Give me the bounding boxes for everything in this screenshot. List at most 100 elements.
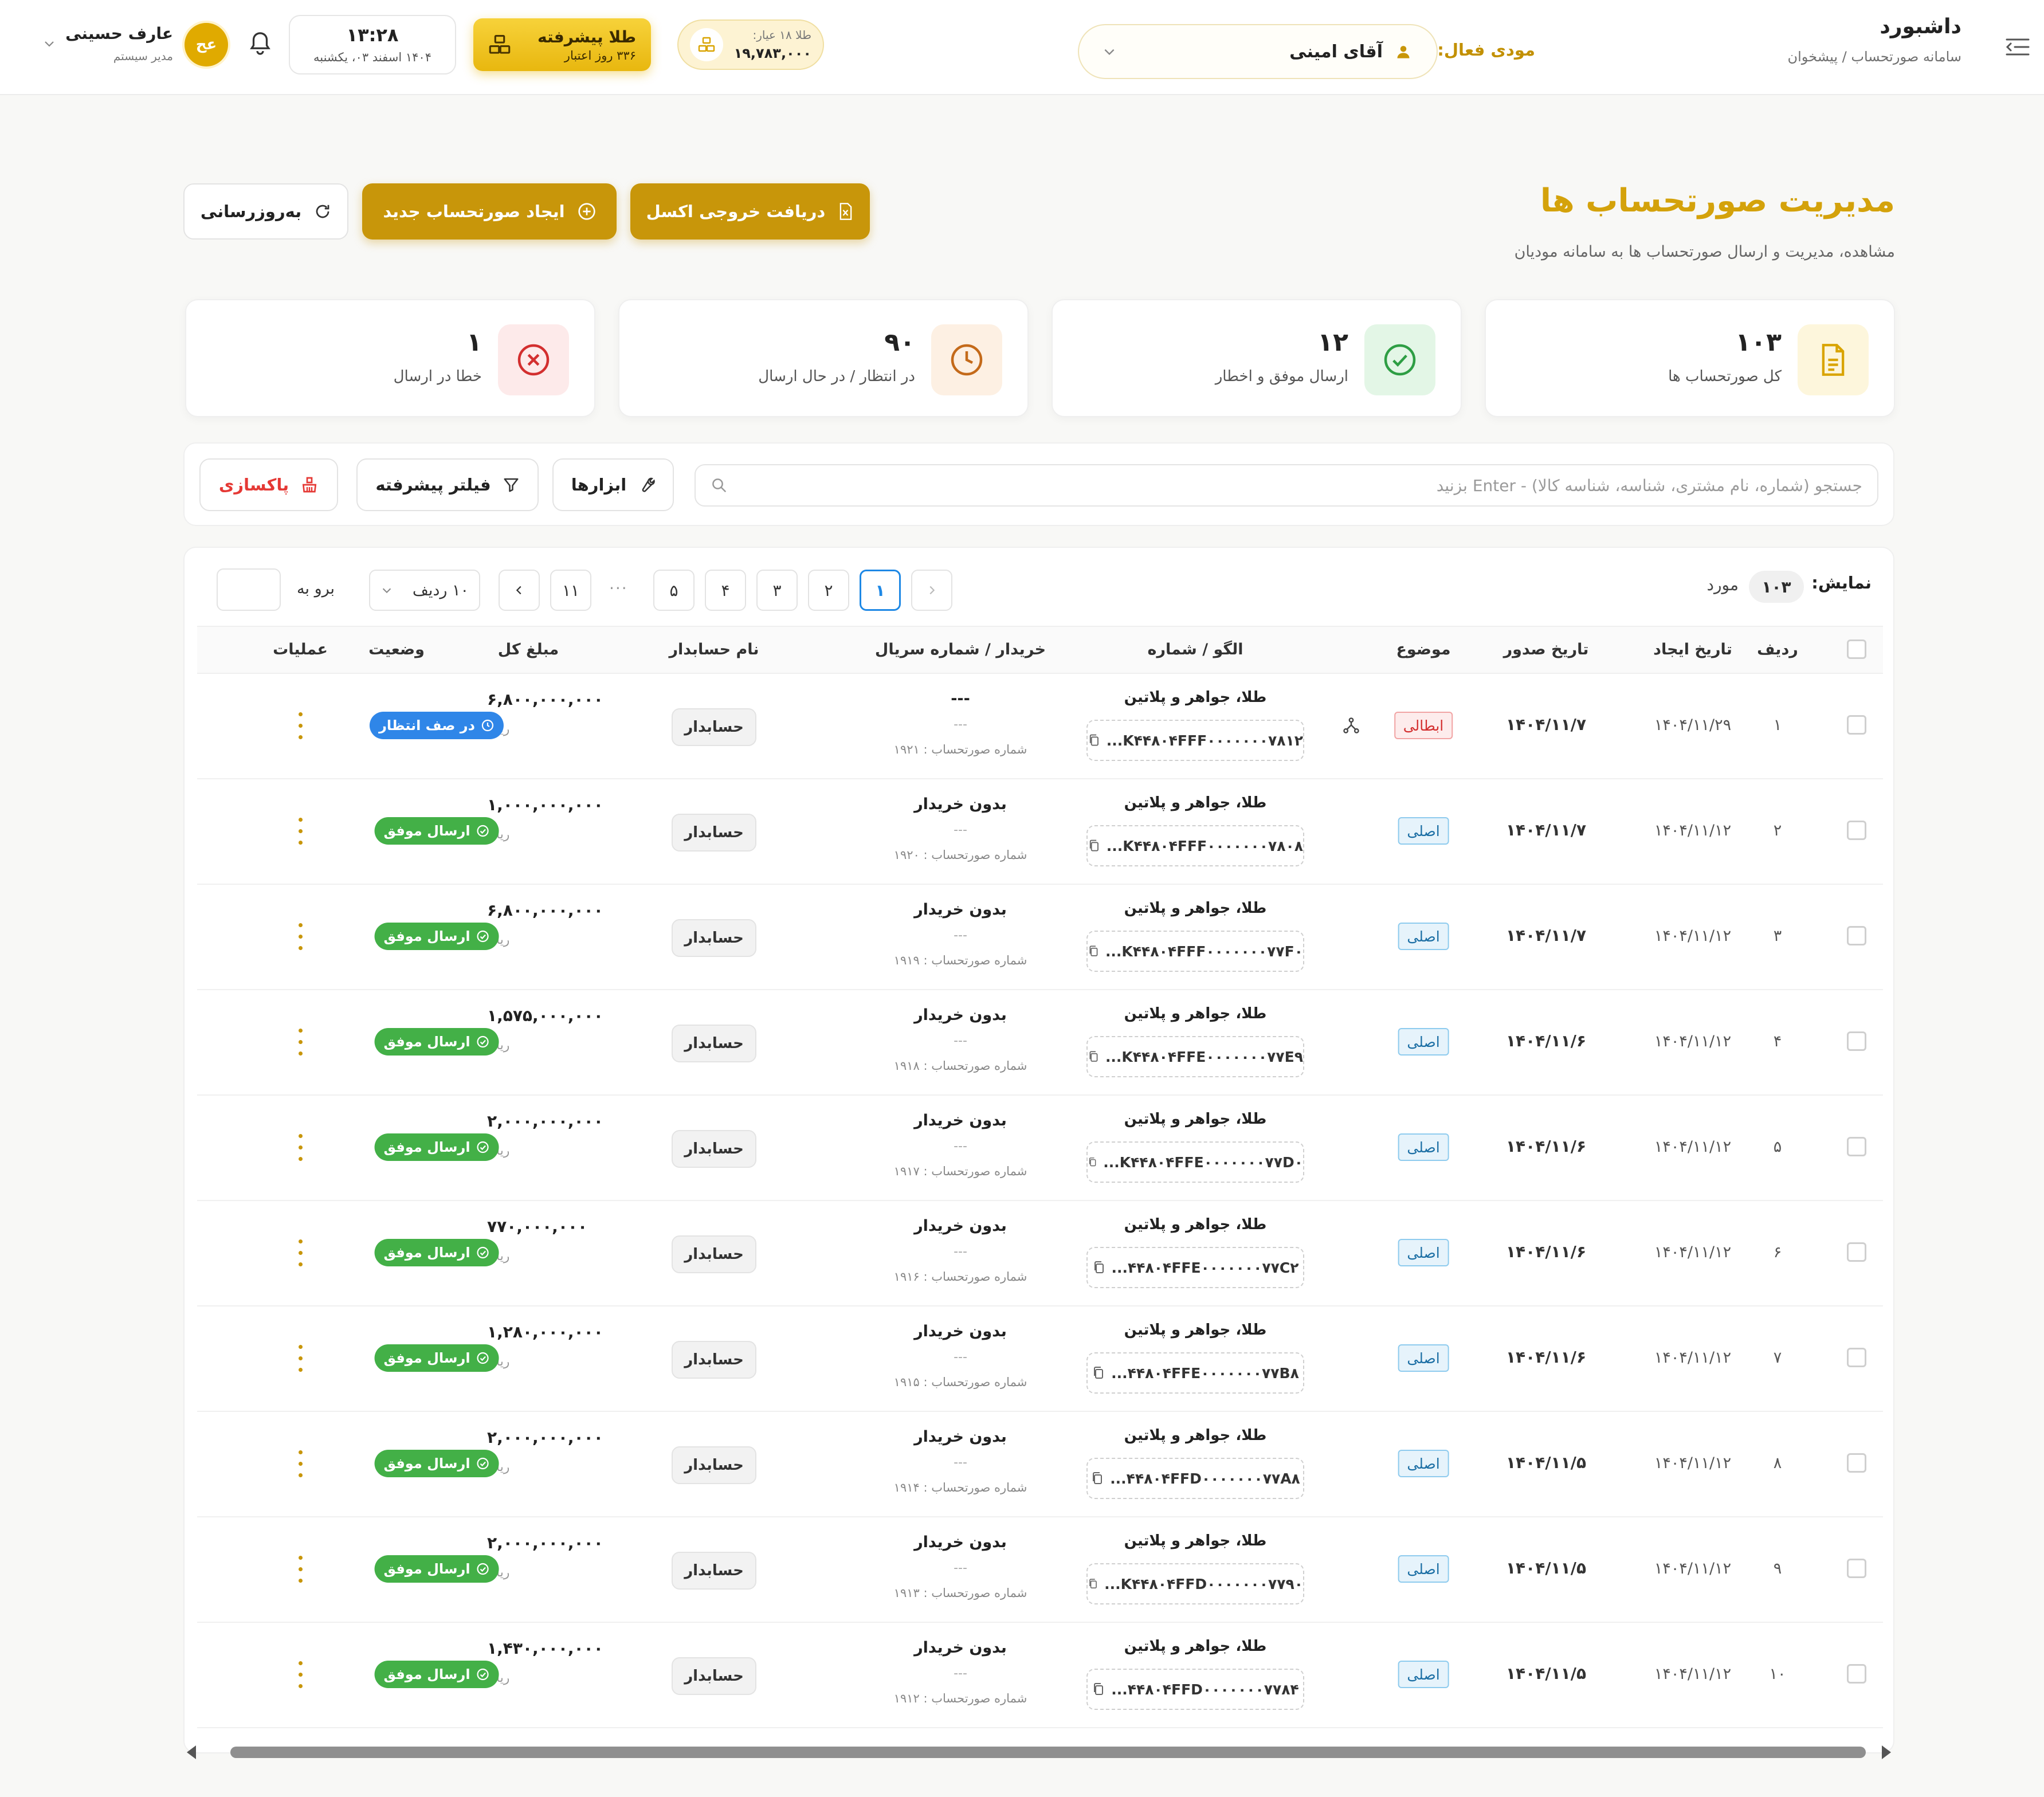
taxpayer-select[interactable]: آقای امینی: [1078, 24, 1438, 79]
row-actions-menu-icon[interactable]: [295, 1552, 306, 1586]
copy-icon[interactable]: [1092, 1366, 1105, 1380]
row-checkbox[interactable]: [1847, 1137, 1866, 1156]
notification-bell-icon[interactable]: [245, 26, 275, 61]
table-row[interactable]: ۶ ۱۴۰۴/۱۱/۱۲ ۱۴۰۴/۱۱/۶ اصلی طلا، جواهر و پلا…: [197, 1201, 1883, 1306]
row-checkbox[interactable]: [1847, 1348, 1866, 1367]
status-badge: ارسال موفق: [374, 923, 499, 950]
reference-link-icon[interactable]: [1342, 716, 1360, 737]
buyer-serial: ---: [954, 823, 967, 837]
tools-button[interactable]: ابزارها: [552, 458, 674, 511]
advanced-filter-button[interactable]: فیلتر پیشرفته: [356, 458, 539, 511]
copy-icon[interactable]: [1092, 1260, 1106, 1275]
col-buyer[interactable]: خریدار / شماره سریال: [875, 641, 1046, 658]
stat-label: کل صورتحساب ها: [1668, 368, 1782, 385]
serial-number-chip[interactable]: ...K۴۴۸۰۴FFE۰۰۰۰۰۰۰۷۷D۰: [1086, 1141, 1304, 1183]
copy-icon[interactable]: [1092, 1682, 1105, 1697]
table-row[interactable]: ۸ ۱۴۰۴/۱۱/۱۲ ۱۴۰۴/۱۱/۵ اصلی طلا، جواهر و پلا…: [197, 1412, 1883, 1517]
copy-icon[interactable]: [1090, 1471, 1104, 1486]
copy-icon[interactable]: [1088, 1576, 1098, 1591]
table-row[interactable]: ۱۰ ۱۴۰۴/۱۱/۱۲ ۱۴۰۴/۱۱/۵ اصلی طلا، جواهر و پل…: [197, 1623, 1883, 1728]
row-actions-menu-icon[interactable]: [295, 1235, 306, 1270]
row-actions-menu-icon[interactable]: [295, 1657, 306, 1692]
row-index: ۸: [1773, 1454, 1782, 1472]
row-checkbox[interactable]: [1847, 1664, 1866, 1684]
col-amount[interactable]: مبلغ کل: [498, 641, 559, 658]
refresh-button[interactable]: به‌روزرسانی: [183, 183, 348, 240]
copy-icon[interactable]: [1088, 944, 1100, 959]
copy-icon[interactable]: [1088, 733, 1101, 748]
scrollbar-thumb[interactable]: [230, 1747, 1866, 1758]
page-button-2[interactable]: ۲: [808, 570, 849, 611]
col-index[interactable]: ردیف: [1757, 641, 1798, 658]
col-created[interactable]: تاریخ ایجاد: [1653, 641, 1732, 658]
serial-number-chip[interactable]: ...K۴۴۸۰۴FFF۰۰۰۰۰۰۰۷۷F۰: [1086, 931, 1304, 972]
page-button-last[interactable]: ۱۱: [550, 570, 591, 611]
table-row[interactable]: ۱ ۱۴۰۴/۱۱/۲۹ ۱۴۰۴/۱۱/۷ ابطالی طلا، جواهر و پ…: [197, 674, 1883, 779]
subscription-plan-badge[interactable]: طلا پیشرفته ۳۳۶ روز اعتبار: [473, 18, 651, 71]
scroll-left-arrow-icon[interactable]: [187, 1745, 196, 1759]
serial-number-chip[interactable]: ...۴۴۸۰۴FFE۰۰۰۰۰۰۰۷۷B۸: [1086, 1352, 1304, 1394]
row-checkbox[interactable]: [1847, 1559, 1866, 1578]
copy-icon[interactable]: [1088, 1049, 1100, 1064]
row-checkbox[interactable]: [1847, 1031, 1866, 1051]
page-button-3[interactable]: ۳: [756, 570, 798, 611]
page-button-5[interactable]: ۵: [653, 570, 695, 611]
table-row[interactable]: ۹ ۱۴۰۴/۱۱/۱۲ ۱۴۰۴/۱۱/۵ اصلی طلا، جواهر و پلا…: [197, 1517, 1883, 1623]
row-actions-menu-icon[interactable]: [295, 1130, 306, 1164]
serial-number-chip[interactable]: ...K۴۴۸۰۴FFF۰۰۰۰۰۰۰۷۸۰۸: [1086, 825, 1304, 866]
select-all-checkbox[interactable]: [1847, 639, 1866, 659]
copy-icon[interactable]: [1088, 1155, 1097, 1170]
scroll-right-arrow-icon[interactable]: [1882, 1745, 1891, 1759]
serial-number-chip[interactable]: ...۴۴۸۰۴FFD۰۰۰۰۰۰۰۷۷۸۴: [1086, 1669, 1304, 1710]
col-issued[interactable]: تاریخ صدور: [1504, 641, 1589, 658]
user-menu[interactable]: عح عارف حسینی مدیر سیستم: [40, 16, 228, 73]
table-row[interactable]: ۲ ۱۴۰۴/۱۱/۱۲ ۱۴۰۴/۱۱/۷ اصلی طلا، جواهر و پلا…: [197, 779, 1883, 885]
total-amount: ۱,۲۸۰,۰۰۰,۰۰۰: [487, 1323, 603, 1341]
prev-page-button[interactable]: [911, 570, 952, 611]
row-checkbox[interactable]: [1847, 1453, 1866, 1473]
serial-number-chip[interactable]: ...۴۴۸۰۴FFE۰۰۰۰۰۰۰۷۷C۲: [1086, 1247, 1304, 1288]
row-actions-menu-icon[interactable]: [295, 814, 306, 848]
row-actions-menu-icon[interactable]: [295, 1025, 306, 1059]
clear-filters-button[interactable]: پاکسازی: [199, 458, 338, 511]
row-actions-menu-icon[interactable]: [295, 1446, 306, 1481]
create-invoice-button[interactable]: ایجاد صورتحساب جدید: [362, 183, 617, 240]
search-input[interactable]: جستجو (شماره، نام مشتری، شناسه، شناسه کا…: [695, 464, 1878, 507]
serial-number-chip[interactable]: ...K۴۴۸۰۴FFD۰۰۰۰۰۰۰۷۷۹۰: [1086, 1563, 1304, 1604]
row-checkbox[interactable]: [1847, 926, 1866, 945]
export-excel-button[interactable]: دریافت خروجی اکسل: [630, 183, 870, 240]
col-accountant[interactable]: نام حسابدار: [669, 641, 759, 658]
table-row[interactable]: ۳ ۱۴۰۴/۱۱/۱۲ ۱۴۰۴/۱۱/۷ اصلی طلا، جواهر و پلا…: [197, 885, 1883, 990]
invoice-number: شماره صورتحساب : ۱۹۱۸: [893, 1059, 1027, 1073]
col-subject[interactable]: موضوع: [1396, 641, 1450, 658]
serial-number-chip[interactable]: ...۴۴۸۰۴FFD۰۰۰۰۰۰۰۷۷A۸: [1086, 1458, 1304, 1499]
status-label: ارسال موفق: [383, 1245, 470, 1261]
row-checkbox[interactable]: [1847, 821, 1866, 840]
col-pattern[interactable]: الگو / شماره: [1148, 641, 1243, 658]
horizontal-scrollbar[interactable]: [187, 1744, 1891, 1760]
row-actions-menu-icon[interactable]: [295, 919, 306, 954]
next-page-button[interactable]: [499, 570, 540, 611]
rows-per-page-select[interactable]: ۱۰ ردیف: [369, 570, 480, 611]
status-badge: ارسال موفق: [374, 1555, 499, 1583]
row-actions-menu-icon[interactable]: [295, 1341, 306, 1375]
copy-icon[interactable]: [1088, 838, 1101, 853]
goto-page-input[interactable]: [217, 568, 281, 611]
col-status[interactable]: وضعیت: [368, 641, 425, 658]
sidebar-toggle-icon[interactable]: [2000, 30, 2035, 64]
row-checkbox[interactable]: [1847, 1242, 1866, 1262]
serial-number: ...۴۴۸۰۴FFE۰۰۰۰۰۰۰۷۷B۸: [1111, 1364, 1299, 1382]
check-circle-icon: [1364, 324, 1435, 395]
page-button-4[interactable]: ۴: [705, 570, 746, 611]
total-amount: ۷۷۰,۰۰۰,۰۰۰: [487, 1217, 588, 1236]
serial-number-chip[interactable]: ...K۴۴۸۰۴FFF۰۰۰۰۰۰۰۷۸۱۲: [1086, 720, 1304, 761]
table-row[interactable]: ۴ ۱۴۰۴/۱۱/۱۲ ۱۴۰۴/۱۱/۶ اصلی طلا، جواهر و پلا…: [197, 990, 1883, 1096]
row-actions-menu-icon[interactable]: [295, 708, 306, 743]
serial-number-chip[interactable]: ...K۴۴۸۰۴FFE۰۰۰۰۰۰۰۷۷E۹: [1086, 1036, 1304, 1077]
serial-number: ...۴۴۸۰۴FFE۰۰۰۰۰۰۰۷۷C۲: [1111, 1259, 1299, 1276]
table-row[interactable]: ۵ ۱۴۰۴/۱۱/۱۲ ۱۴۰۴/۱۱/۶ اصلی طلا، جواهر و پلا…: [197, 1096, 1883, 1201]
table-row[interactable]: ۷ ۱۴۰۴/۱۱/۱۲ ۱۴۰۴/۱۱/۶ اصلی طلا، جواهر و پلا…: [197, 1306, 1883, 1412]
page-button-1[interactable]: ۱: [860, 570, 901, 611]
refresh-icon: [316, 205, 329, 218]
row-checkbox[interactable]: [1847, 715, 1866, 735]
